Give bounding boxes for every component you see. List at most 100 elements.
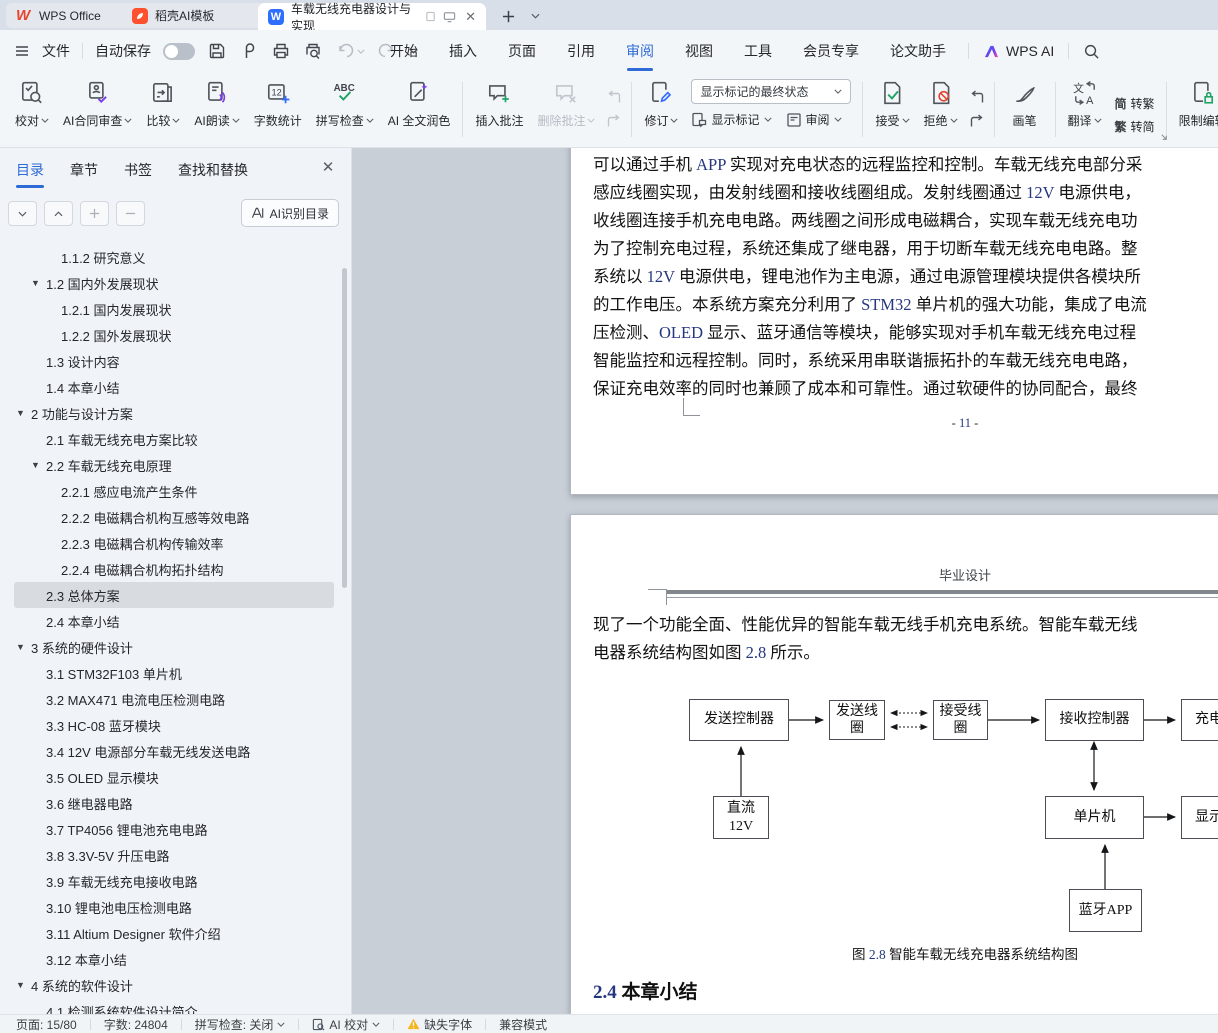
toc-item[interactable]: 4.1 检测系统软件设计简介 — [14, 998, 334, 1014]
collapse-arrow-icon[interactable]: ▼ — [31, 278, 42, 288]
menu-item-论文助手[interactable]: 论文助手 — [890, 41, 946, 61]
toc-item[interactable]: 3.2 MAX471 电流电压检测电路 — [14, 686, 334, 712]
document-canvas[interactable]: 可以通过手机 APP 实现对充电状态的远程监控和控制。车载无线充电部分采感应线圈… — [352, 148, 1218, 1014]
toc-item[interactable]: 3.1 STM32F103 单片机 — [14, 660, 334, 686]
toc-item[interactable]: 3.3 HC-08 蓝牙模块 — [14, 712, 334, 738]
menu-item-开始[interactable]: 开始 — [390, 41, 418, 61]
compare-button[interactable]: 比较 — [139, 72, 187, 147]
sidebar-tab-chapters[interactable]: 章节 — [70, 160, 98, 180]
file-menu[interactable]: 文件 — [42, 41, 70, 61]
expand-all-button[interactable] — [8, 201, 37, 226]
toc-item[interactable]: 1.2.1 国内发展现状 — [14, 296, 334, 322]
toc-item[interactable]: 1.1.2 研究意义 — [14, 244, 334, 270]
compat-mode-indicator[interactable]: 兼容模式 — [499, 1016, 547, 1033]
toc-item[interactable]: 1.2.2 国外发展现状 — [14, 322, 334, 348]
toc-item[interactable]: 2.2.1 感应电流产生条件 — [14, 478, 334, 504]
word-count-button[interactable]: 12 字数统计 — [247, 72, 309, 147]
document-page-12[interactable]: 毕业设计 现了一个功能全面、性能优异的智能车载无线手机充电系统。智能车载无线电器… — [570, 514, 1218, 1014]
sidebar-tab-contents[interactable]: 目录 — [16, 160, 44, 180]
autosave-toggle[interactable] — [163, 43, 195, 60]
track-changes-button[interactable]: 修订 — [637, 72, 685, 147]
accept-change-button[interactable]: 接受 — [868, 72, 916, 147]
toc-item[interactable]: 3.5 OLED 显示模块 — [14, 764, 334, 790]
collapse-arrow-icon[interactable]: ▼ — [31, 460, 42, 470]
toc-item[interactable]: 2.1 车载无线充电方案比较 — [14, 426, 334, 452]
spell-check-button[interactable]: ABC 拼写检查 — [309, 72, 381, 147]
menu-item-工具[interactable]: 工具 — [744, 41, 772, 61]
tab-document-active[interactable]: W 车载无线充电器设计与实现 ✕ — [258, 3, 486, 30]
traditional-to-simplified-button[interactable]: 繁转简 — [1115, 118, 1155, 135]
ai-polish-button[interactable]: AI 全文润色 — [381, 72, 458, 147]
toc-item[interactable]: 3.11 Altium Designer 软件介绍 — [14, 920, 334, 946]
hamburger-menu-icon[interactable] — [14, 41, 30, 61]
collapse-arrow-icon[interactable]: ▼ — [16, 642, 27, 652]
tab-docer-templates[interactable]: 稻壳AI模板 — [122, 3, 270, 28]
toc-item[interactable]: 3.9 车载无线充电接收电路 — [14, 868, 334, 894]
review-pane-button[interactable]: 审阅 — [786, 111, 842, 128]
new-tab-button[interactable] — [497, 5, 519, 27]
menu-item-引用[interactable]: 引用 — [567, 41, 595, 61]
restrict-editing-button[interactable]: 限制编辑 — [1172, 72, 1218, 147]
tab-wps-office[interactable]: W WPS Office — [6, 3, 132, 28]
toc-item[interactable]: 3.12 本章小结 — [14, 946, 334, 972]
collapse-arrow-icon[interactable]: ▼ — [16, 408, 27, 418]
missing-font-warning[interactable]: 缺失字体 — [407, 1016, 472, 1033]
show-markup-button[interactable]: 显示标记 — [691, 111, 771, 128]
insert-comment-button[interactable]: 插入批注 — [468, 72, 530, 147]
print-icon[interactable] — [271, 41, 291, 61]
save-icon[interactable] — [207, 41, 227, 61]
menu-item-插入[interactable]: 插入 — [449, 41, 477, 61]
toc-item[interactable]: 2.3 总体方案 — [14, 582, 334, 608]
next-comment-icon[interactable] — [606, 114, 622, 130]
toc-item[interactable]: 2.2.3 电磁耦合机构传输效率 — [14, 530, 334, 556]
delete-comment-button[interactable]: 删除批注 — [530, 72, 602, 147]
toc-item[interactable]: 3.10 锂电池电压检测电路 — [14, 894, 334, 920]
document-page-11[interactable]: 可以通过手机 APP 实现对充电状态的远程监控和控制。车载无线充电部分采感应线圈… — [570, 148, 1218, 495]
dialog-launcher-icon[interactable] — [1160, 133, 1169, 142]
toc-item[interactable]: 3.7 TP4056 锂电池充电电路 — [14, 816, 334, 842]
close-tab-icon[interactable]: ✕ — [465, 9, 476, 25]
ai-read-aloud-button[interactable]: AI朗读 — [187, 72, 246, 147]
menu-item-页面[interactable]: 页面 — [508, 41, 536, 61]
toc-item[interactable]: ▼2 功能与设计方案 — [14, 400, 334, 426]
collapse-arrow-icon[interactable]: ▼ — [16, 980, 27, 990]
search-icon[interactable] — [1083, 43, 1100, 60]
ai-proofread-status[interactable]: AI 校对 — [312, 1016, 380, 1033]
toc-item[interactable]: 2.2.2 电磁耦合机构互感等效电路 — [14, 504, 334, 530]
toc-item[interactable]: ▼4 系统的软件设计 — [14, 972, 334, 998]
toc-item[interactable]: 2.2.4 电磁耦合机构拓扑结构 — [14, 556, 334, 582]
previous-change-icon[interactable] — [969, 90, 985, 106]
toc-item[interactable]: 2.4 本章小结 — [14, 608, 334, 634]
reject-change-button[interactable]: 拒绝 — [917, 72, 965, 147]
proofread-button[interactable]: 校对 — [8, 72, 56, 147]
ink-brush-button[interactable]: 画笔 — [1000, 72, 1050, 147]
toc-item[interactable]: 3.6 继电器电路 — [14, 790, 334, 816]
translate-button[interactable]: 文 A 翻译 — [1061, 72, 1109, 147]
previous-comment-icon[interactable] — [606, 90, 622, 106]
simplified-to-traditional-button[interactable]: 简转繁 — [1115, 95, 1155, 112]
ai-recognize-toc-button[interactable]: AI识别目录 — [241, 199, 339, 227]
sidebar-scrollbar[interactable] — [342, 268, 347, 588]
spell-check-status[interactable]: 拼写检查: 关闭 — [195, 1016, 286, 1033]
tab-list-chevron-icon[interactable] — [524, 5, 546, 27]
toc-item[interactable]: 3.8 3.3V-5V 升压电路 — [14, 842, 334, 868]
word-count-indicator[interactable]: 字数: 24804 — [104, 1016, 168, 1033]
zoom-in-outline-button[interactable] — [80, 201, 109, 226]
toc-item[interactable]: 3.4 12V 电源部分车载无线发送电路 — [14, 738, 334, 764]
undo-button[interactable] — [335, 41, 365, 61]
toc-item[interactable]: 1.3 设计内容 — [14, 348, 334, 374]
sidebar-tab-bookmarks[interactable]: 书签 — [124, 160, 152, 180]
print-preview-icon[interactable] — [303, 41, 323, 61]
export-pdf-icon[interactable] — [239, 41, 259, 61]
zoom-out-outline-button[interactable] — [116, 201, 145, 226]
sidebar-tab-find-replace[interactable]: 查找和替换 — [178, 160, 248, 180]
collapse-all-button[interactable] — [44, 201, 73, 226]
menu-item-会员专享[interactable]: 会员专享 — [803, 41, 859, 61]
toc-item[interactable]: ▼2.2 车载无线充电原理 — [14, 452, 334, 478]
toc-item[interactable]: 1.4 本章小结 — [14, 374, 334, 400]
menu-item-视图[interactable]: 视图 — [685, 41, 713, 61]
next-change-icon[interactable] — [969, 114, 985, 130]
close-sidebar-icon[interactable]: ✕ — [319, 158, 337, 176]
page-indicator[interactable]: 页面: 15/80 — [16, 1016, 77, 1033]
toc-item[interactable]: ▼1.2 国内外发展现状 — [14, 270, 334, 296]
